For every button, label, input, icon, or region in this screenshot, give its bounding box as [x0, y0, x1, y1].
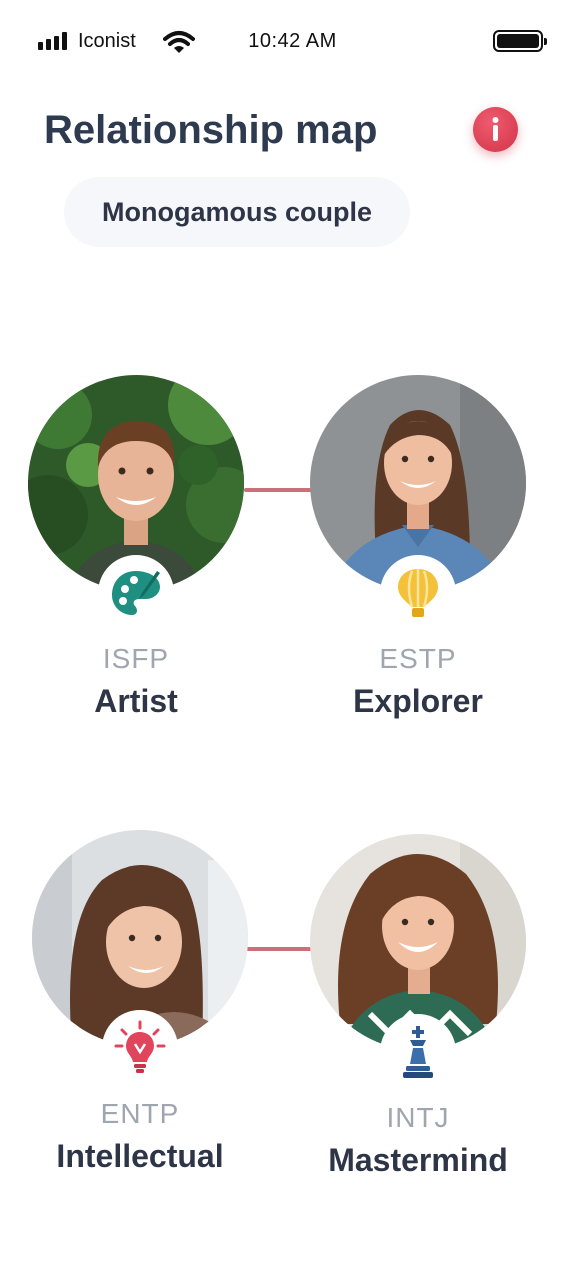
palette-icon — [112, 571, 160, 615]
personality-badge — [98, 555, 174, 631]
mbti-code: ISFP — [102, 643, 170, 674]
personality-badge — [380, 1014, 456, 1090]
personality-type: Mastermind — [328, 1142, 508, 1178]
relationship-link-bottom — [246, 947, 312, 951]
personality-type: Artist — [94, 683, 178, 719]
mbti-code: ESTP — [379, 643, 457, 674]
battery-icon — [493, 30, 547, 52]
page-title: Relationship map — [44, 108, 378, 152]
relationship-link-top — [244, 488, 312, 492]
status-bar: Iconist 10:42 AM — [0, 0, 585, 84]
personality-badge — [380, 555, 456, 631]
personality-type: Intellectual — [56, 1138, 224, 1174]
personality-badge — [102, 1010, 178, 1086]
chess-king-icon — [403, 1026, 433, 1078]
relationship-type-chip[interactable]: Monogamous couple — [64, 177, 410, 247]
lightbulb-icon — [114, 1020, 166, 1073]
info-button[interactable] — [473, 107, 518, 152]
hot-air-balloon-icon — [398, 569, 438, 617]
info-icon — [492, 117, 499, 141]
mbti-code: INTJ — [386, 1102, 450, 1133]
mbti-code: ENTP — [100, 1098, 180, 1129]
personality-type: Explorer — [353, 683, 483, 719]
